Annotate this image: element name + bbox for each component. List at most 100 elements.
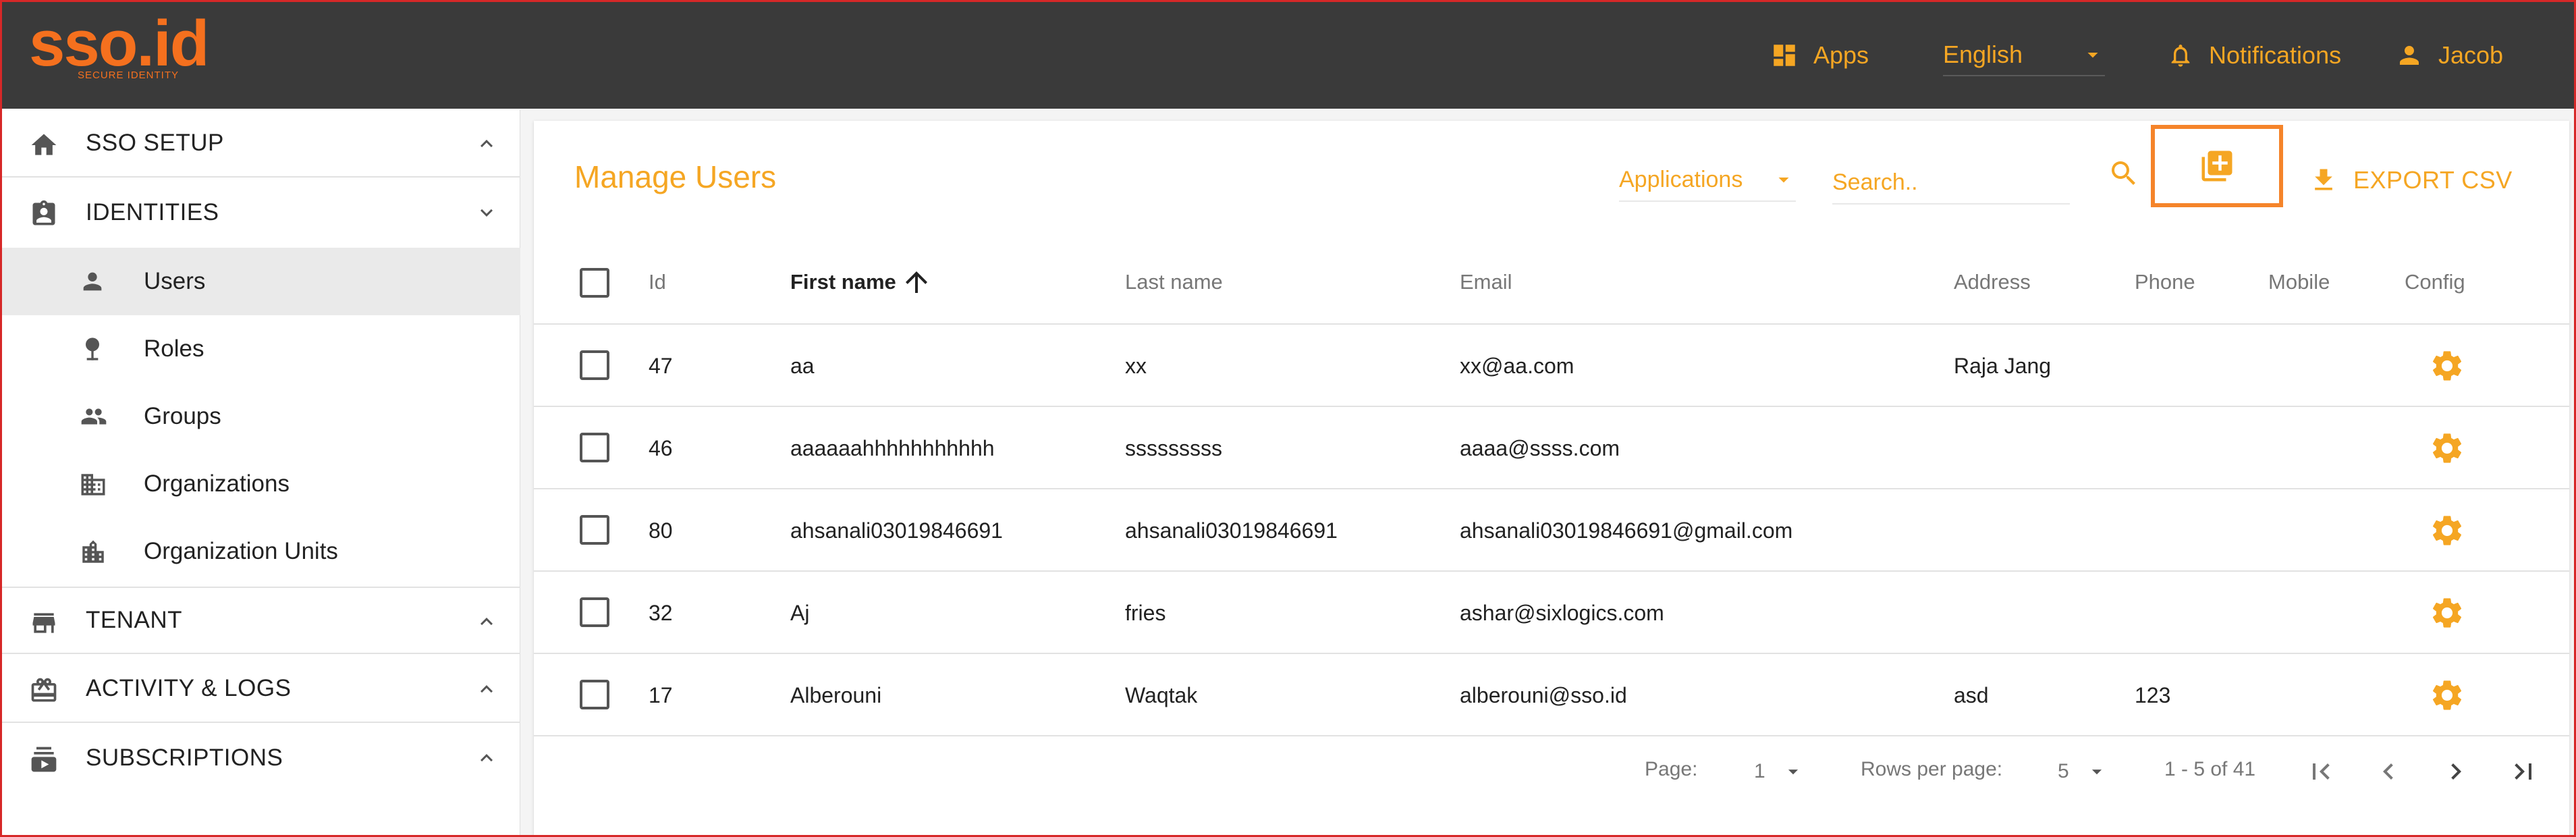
- table-row[interactable]: 46 aaaaaahhhhhhhhhhh sssssssss aaaa@ssss…: [534, 407, 2569, 489]
- user-name: Jacob: [2438, 41, 2504, 69]
- person-icon: [2395, 41, 2423, 70]
- column-label: Last name: [1125, 270, 1223, 294]
- sidebar-section-label: SUBSCRIPTIONS: [86, 745, 283, 771]
- sidebar-section-tenant[interactable]: TENANT: [2, 587, 520, 654]
- cell-email: xx@aa.com: [1460, 353, 1574, 378]
- store-icon: [29, 608, 59, 641]
- rows-per-page-select[interactable]: 5: [2058, 753, 2108, 790]
- sidebar-item-organizations[interactable]: Organizations: [2, 450, 520, 518]
- gear-icon[interactable]: [2429, 348, 2465, 387]
- sidebar: SSO SETUP IDENTITIES Users Roles Groups …: [2, 110, 520, 835]
- cell-id: 17: [649, 682, 673, 707]
- sidebar-section-label: ACTIVITY & LOGS: [86, 675, 292, 701]
- table-row[interactable]: 80 ahsanali03019846691 ahsanali030198466…: [534, 489, 2569, 572]
- row-checkbox[interactable]: [580, 433, 609, 462]
- cell-first-name: Aj: [790, 600, 810, 625]
- row-checkbox[interactable]: [580, 515, 609, 545]
- column-label: Email: [1460, 270, 1512, 294]
- column-header-id[interactable]: Id: [649, 240, 666, 325]
- applications-filter-select[interactable]: Applications: [1619, 159, 1796, 202]
- gear-icon[interactable]: [2429, 430, 2465, 470]
- apps-label: Apps: [1813, 41, 1869, 69]
- cell-id: 32: [649, 600, 673, 625]
- cell-id: 80: [649, 518, 673, 543]
- sidebar-section-label: TENANT: [86, 607, 182, 633]
- cell-phone: 123: [2135, 682, 2171, 707]
- select-all-checkbox[interactable]: [580, 268, 609, 298]
- badge-icon: [29, 199, 59, 232]
- row-checkbox[interactable]: [580, 680, 609, 709]
- column-header-config: Config: [2405, 240, 2465, 325]
- sidebar-section-activity-logs[interactable]: ACTIVITY & LOGS: [2, 655, 520, 723]
- person-icon: [79, 268, 106, 298]
- top-app-bar: sso.id SECURE IDENTITY Apps English Noti…: [2, 2, 2574, 109]
- cell-email: ashar@sixlogics.com: [1460, 600, 1664, 625]
- cell-email: ahsanali03019846691@gmail.com: [1460, 518, 1793, 543]
- column-header-email[interactable]: Email: [1460, 240, 1512, 325]
- sidebar-item-users[interactable]: Users: [2, 248, 520, 315]
- chevron-up-icon: [474, 746, 499, 774]
- apps-button[interactable]: Apps: [1770, 34, 1869, 76]
- page-title: Manage Users: [574, 159, 777, 194]
- cell-first-name: ahsanali03019846691: [790, 518, 1003, 543]
- app-window: sso.id SECURE IDENTITY Apps English Noti…: [0, 0, 2576, 837]
- column-header-phone[interactable]: Phone: [2135, 240, 2195, 325]
- column-header-last-name[interactable]: Last name: [1125, 240, 1223, 325]
- sidebar-section-identities[interactable]: IDENTITIES: [2, 179, 520, 246]
- chevron-down-icon: [474, 200, 499, 228]
- column-label: Mobile: [2268, 270, 2330, 294]
- sidebar-item-roles[interactable]: Roles: [2, 315, 520, 383]
- sidebar-item-groups[interactable]: Groups: [2, 383, 520, 450]
- cell-email: alberouni@sso.id: [1460, 682, 1627, 707]
- cell-email: aaaa@ssss.com: [1460, 435, 1620, 460]
- sidebar-item-organization-units[interactable]: Organization Units: [2, 518, 520, 585]
- language-select[interactable]: English: [1943, 34, 2105, 76]
- dashboard-icon: [1770, 41, 1799, 70]
- brand-logo[interactable]: sso.id SECURE IDENTITY: [29, 11, 209, 82]
- gear-icon[interactable]: [2429, 595, 2465, 634]
- gear-icon[interactable]: [2429, 677, 2465, 717]
- pagination-bar: Page: 1 Rows per page: 5 1 - 5 of 41: [534, 732, 2569, 816]
- notifications-button[interactable]: Notifications: [2167, 34, 2341, 76]
- add-user-button[interactable]: [2151, 125, 2283, 207]
- last-page-icon[interactable]: [2507, 755, 2540, 791]
- gear-icon[interactable]: [2429, 512, 2465, 552]
- language-value: English: [1943, 40, 2023, 68]
- previous-page-icon[interactable]: [2372, 755, 2405, 791]
- manage-users-card: Manage Users Applications EXPORT CSV I: [534, 121, 2569, 835]
- export-csv-label: EXPORT CSV: [2353, 166, 2513, 194]
- row-checkbox[interactable]: [580, 350, 609, 380]
- cell-last-name: ahsanali03019846691: [1125, 518, 1338, 543]
- chevron-up-icon: [474, 610, 499, 637]
- cell-last-name: Waqtak: [1125, 682, 1198, 707]
- export-csv-button[interactable]: EXPORT CSV: [2309, 159, 2513, 202]
- search-input[interactable]: [1832, 161, 2070, 205]
- sidebar-section-subscriptions[interactable]: SUBSCRIPTIONS: [2, 724, 520, 792]
- column-label: Address: [1954, 270, 2031, 294]
- chevron-up-icon: [474, 677, 499, 705]
- column-header-address[interactable]: Address: [1954, 240, 2031, 325]
- next-page-icon[interactable]: [2440, 755, 2472, 791]
- column-header-first-name[interactable]: First name: [790, 240, 933, 325]
- page-select[interactable]: 1: [1754, 753, 1805, 790]
- table-row[interactable]: 32 Aj fries ashar@sixlogics.com: [534, 572, 2569, 654]
- first-page-icon[interactable]: [2305, 755, 2337, 791]
- sidebar-item-label: Organizations: [144, 470, 290, 497]
- column-header-mobile[interactable]: Mobile: [2268, 240, 2330, 325]
- sidebar-section-sso-setup[interactable]: SSO SETUP: [2, 110, 520, 178]
- row-checkbox[interactable]: [580, 597, 609, 627]
- search-icon[interactable]: [2108, 157, 2140, 193]
- page-value: 1: [1754, 760, 1765, 782]
- user-menu-button[interactable]: Jacob: [2395, 34, 2503, 76]
- table-row[interactable]: 47 aa xx xx@aa.com Raja Jang: [534, 325, 2569, 407]
- sidebar-item-label: Roles: [144, 335, 204, 362]
- cell-last-name: sssssssss: [1125, 435, 1222, 460]
- sidebar-section-label: IDENTITIES: [86, 199, 219, 225]
- table-row[interactable]: 17 Alberouni Waqtak alberouni@sso.id asd…: [534, 654, 2569, 736]
- sidebar-item-label: Groups: [144, 403, 221, 429]
- page-label: Page:: [1645, 758, 1698, 780]
- table-header: Id First name Last name Email Address Ph…: [534, 240, 2569, 325]
- role-pin-icon: [79, 335, 106, 366]
- cell-first-name: aa: [790, 353, 815, 378]
- cell-id: 46: [649, 435, 673, 460]
